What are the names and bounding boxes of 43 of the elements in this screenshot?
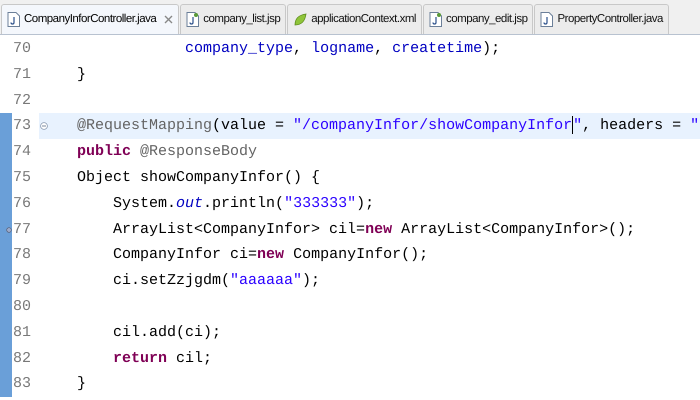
line-number: 73 xyxy=(12,117,32,134)
line-number: 74 xyxy=(12,143,32,160)
code-line: } xyxy=(76,375,86,392)
editor-tab[interactable]: company_list.jsp xyxy=(180,4,286,34)
line-number: 71 xyxy=(12,66,32,83)
jsp-file-icon xyxy=(428,12,442,27)
code-line: ci.setZzjgdm("aaaaaa"); xyxy=(112,272,320,290)
line-number: 79 xyxy=(12,272,32,290)
line-number: 80 xyxy=(12,298,32,315)
code-line: public @ResponseBody xyxy=(76,143,258,160)
line-number: 70 xyxy=(12,40,32,57)
line-number: 81 xyxy=(12,324,32,341)
close-icon[interactable] xyxy=(164,15,174,24)
code-line: company_type, logname, createtime); xyxy=(184,40,500,57)
tab-label: company_list.jsp xyxy=(203,12,280,27)
code-line: CompanyInfor ci=new CompanyInfor(); xyxy=(112,246,428,264)
code-line: return cil; xyxy=(112,350,212,367)
collapse-icon[interactable] xyxy=(40,122,48,130)
editor-tab[interactable]: applicationContext.xml xyxy=(287,4,422,34)
java-file-icon xyxy=(540,12,554,27)
tab-label: applicationContext.xml xyxy=(311,12,416,27)
editor-tab[interactable]: CompanyInforController.java xyxy=(1,4,180,34)
override-marker-icon xyxy=(6,226,12,233)
line-number: 72 xyxy=(12,92,32,109)
editor-tab[interactable]: PropertyController.java xyxy=(534,4,669,34)
line-number: 82 xyxy=(12,350,32,367)
code-line: Object showCompanyInfor() { xyxy=(76,168,320,186)
tab-label: CompanyInforController.java xyxy=(24,12,156,27)
jsp-file-icon xyxy=(186,12,200,27)
line-number: 76 xyxy=(12,194,32,212)
code-line: System.out.println("333333"); xyxy=(112,194,374,212)
editor-tab[interactable]: company_edit.jsp xyxy=(422,4,534,34)
leaf-icon xyxy=(293,12,308,26)
tab-label: company_edit.jsp xyxy=(446,12,528,27)
line-number: 78 xyxy=(12,246,32,264)
line-number: 75 xyxy=(12,168,32,186)
code-line: cil.add(ci); xyxy=(112,324,222,341)
code-line: ArrayList<CompanyInfor> cil=new ArrayList<CompanyInfor>(); xyxy=(112,220,636,238)
tab-label: PropertyController.java xyxy=(557,12,663,27)
line-number: 77 xyxy=(12,220,32,238)
java-file-icon xyxy=(7,12,20,27)
code-line: } xyxy=(76,66,86,83)
line-number: 83 xyxy=(12,375,32,392)
